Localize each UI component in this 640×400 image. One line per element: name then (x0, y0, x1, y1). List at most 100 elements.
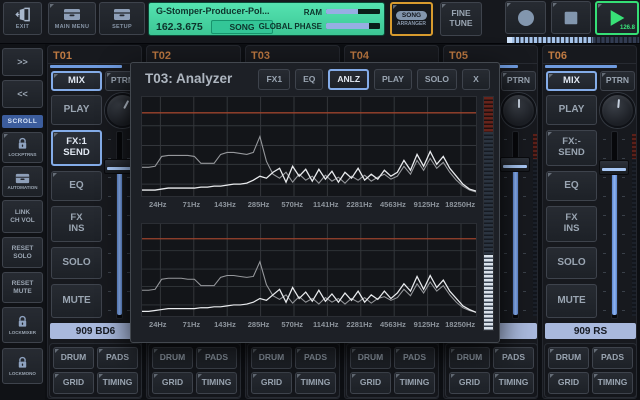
grid-button[interactable]: GRID (350, 372, 391, 394)
grid-button[interactable]: GRID (152, 372, 193, 394)
sidebar-reset-mute-button[interactable]: RESETMUTE (2, 272, 43, 303)
sample-name-label[interactable]: 909 RS (545, 323, 636, 339)
fx-ins-button[interactable]: FXINS (546, 206, 597, 242)
drum-button[interactable]: DRUM (350, 347, 391, 369)
main-menu-button[interactable]: MAIN MENU (48, 2, 96, 35)
solo-button[interactable]: SOLO (51, 247, 102, 279)
fader-fill (117, 172, 122, 315)
pads-button[interactable]: PADS (196, 347, 237, 369)
timing-button[interactable]: TIMING (196, 372, 237, 394)
grid-button[interactable]: GRID (548, 372, 589, 394)
timing-button[interactable]: TIMING (295, 372, 336, 394)
dialog-close-button[interactable]: X (462, 69, 490, 90)
mix-button[interactable]: MIX (546, 71, 597, 91)
stop-icon (562, 10, 580, 26)
track-tab[interactable]: T06 (543, 46, 636, 64)
lcd-display: G-Stomper-Producer-Pol... 162.3.675 SONG… (148, 2, 385, 36)
stop-button[interactable] (551, 1, 591, 34)
sidebar-label: LOCKMONO (9, 371, 36, 376)
sidebar-link-ch-vol-button[interactable]: LINKCH VOL (2, 200, 43, 233)
dialog-tab-fx1[interactable]: FX1 (258, 69, 290, 90)
track-id: T02 (152, 50, 171, 62)
fx-ins-button[interactable]: FXINS (51, 206, 102, 242)
sidebar-lock-ptrns-button[interactable]: LOCKPTRNS (2, 132, 43, 163)
pattern-play-button[interactable]: PLAY (546, 95, 597, 125)
freq-tick-label: 24Hz (141, 200, 175, 211)
fx-send-button[interactable]: FX:-SEND (546, 130, 597, 166)
drum-button[interactable]: DRUM (449, 347, 490, 369)
ram-label: RAM (252, 8, 322, 17)
track-strip-T01: T01 MIX PTRN PLAY FX:1SEND EQ FXINS SOLO… (47, 45, 142, 399)
sidebar-label: << (17, 89, 28, 99)
timing-button[interactable]: TIMING (592, 372, 633, 394)
setup-button[interactable]: SETUP (99, 2, 145, 35)
mute-button[interactable]: MUTE (51, 284, 102, 318)
pan-knob[interactable] (501, 93, 536, 128)
track-tab[interactable]: T01 (48, 46, 141, 64)
volume-fader[interactable] (500, 131, 530, 319)
timing-button[interactable]: TIMING (97, 372, 138, 394)
freq-tick-label: 71Hz (175, 200, 209, 211)
pads-button[interactable]: PADS (394, 347, 435, 369)
freq-tick-label: 2281Hz (343, 320, 377, 331)
sidebar-scroll-left-button[interactable]: << (2, 80, 43, 108)
fader-fill (612, 173, 617, 315)
sidebar-lock-mixer-button[interactable]: LOCKMIXER (2, 307, 43, 343)
grid-button[interactable]: GRID (53, 372, 94, 394)
pads-button[interactable]: PADS (493, 347, 534, 369)
drawer-icon (63, 7, 81, 23)
pads-button[interactable]: PADS (592, 347, 633, 369)
sidebar-scroll-right-button[interactable]: >> (2, 48, 43, 76)
drum-button[interactable]: DRUM (152, 347, 193, 369)
mute-button[interactable]: MUTE (546, 284, 597, 318)
pad-group: DRUM PADS GRID TIMING (346, 343, 439, 398)
ptrn-button[interactable]: PTRN (600, 71, 635, 91)
fine-tune-button[interactable]: FINE TUNE (440, 2, 482, 36)
exit-button[interactable]: EXIT (3, 2, 42, 35)
spectrum-plot-bottom (141, 223, 477, 317)
freq-axis-bottom: 24Hz71Hz143Hz285Hz570Hz1141Hz2281Hz4563H… (141, 320, 477, 331)
drum-button[interactable]: DRUM (548, 347, 589, 369)
fx-send-button[interactable]: FX:1SEND (51, 130, 102, 166)
pads-button[interactable]: PADS (97, 347, 138, 369)
eq-button[interactable]: EQ (51, 171, 102, 201)
grid-button[interactable]: GRID (449, 372, 490, 394)
drum-button[interactable]: DRUM (251, 347, 292, 369)
topbar: EXIT MAIN MENU SETUP G-Stomper-Producer-… (0, 0, 640, 44)
sample-name-label[interactable]: 909 BD6 (50, 323, 141, 339)
dialog-tab-play[interactable]: PLAY (374, 69, 412, 90)
mix-button[interactable]: MIX (51, 71, 102, 91)
volume-fader[interactable] (599, 131, 629, 319)
timing-button[interactable]: TIMING (493, 372, 534, 394)
timing-button[interactable]: TIMING (394, 372, 435, 394)
fader-handle[interactable] (599, 160, 629, 175)
ptrn-button[interactable]: PTRN (501, 71, 536, 91)
track-active-underline (50, 65, 122, 68)
drum-button[interactable]: DRUM (53, 347, 94, 369)
dialog-tab-solo[interactable]: SOLO (417, 69, 457, 90)
play-button[interactable]: 126.8 (595, 1, 639, 35)
sidebar-lock-mono-button[interactable]: LOCKMONO (2, 348, 43, 384)
channel-level-meter (533, 134, 537, 316)
pattern-play-button[interactable]: PLAY (51, 95, 102, 125)
dialog-tab-anlz[interactable]: ANLZ (328, 69, 369, 90)
pads-button[interactable]: PADS (295, 347, 336, 369)
sidebar-automation-button[interactable]: AUTOMATION (2, 166, 43, 197)
lock-icon (16, 356, 29, 370)
sidebar-scroll-caption: SCROLL (2, 115, 43, 128)
global-phase-label: GLOBAL PHASE (237, 22, 322, 31)
sidebar-reset-solo-button[interactable]: RESETSOLO (2, 237, 43, 268)
fader-handle[interactable] (500, 157, 530, 172)
track-strip-T06: T06 MIX PTRN PLAY FX:-SEND EQ FXINS SOLO… (542, 45, 637, 399)
song-progress-bar[interactable] (507, 37, 639, 43)
dialog-tab-eq[interactable]: EQ (295, 69, 323, 90)
sidebar-label: AUTOMATION (7, 185, 37, 190)
song-arranger-button[interactable]: SONG ARRANGER (390, 2, 433, 36)
pan-knob[interactable] (600, 93, 635, 128)
eq-button[interactable]: EQ (546, 171, 597, 201)
record-button[interactable] (505, 1, 546, 34)
grid-button[interactable]: GRID (251, 372, 292, 394)
solo-button[interactable]: SOLO (546, 247, 597, 279)
track-id: T03 (251, 50, 270, 62)
freq-tick-label: 9125Hz (410, 200, 444, 211)
